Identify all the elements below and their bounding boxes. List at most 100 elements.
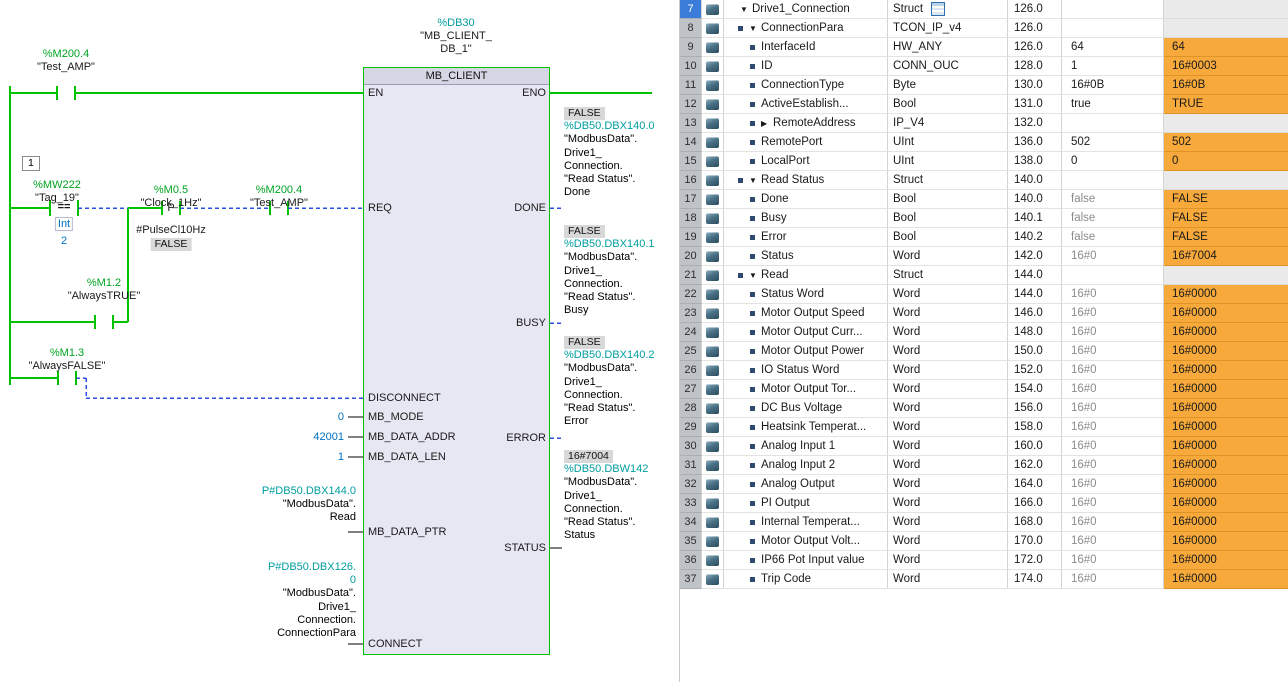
- start-value-cell[interactable]: [1062, 19, 1164, 38]
- operand-line[interactable]: Connection.: [564, 389, 655, 402]
- start-value-cell[interactable]: 0: [1062, 152, 1164, 171]
- operand-address[interactable]: %DB50.DBX140.2: [564, 349, 655, 362]
- operand-name[interactable]: "AlwaysFALSE": [29, 360, 106, 372]
- start-value-cell[interactable]: 16#0: [1062, 361, 1164, 380]
- name-cell[interactable]: Analog Output: [724, 475, 888, 494]
- start-value-cell[interactable]: 16#0: [1062, 418, 1164, 437]
- row-number[interactable]: 26: [680, 361, 702, 380]
- operand-line[interactable]: "Read Status".: [564, 291, 655, 304]
- row-number[interactable]: 22: [680, 285, 702, 304]
- row-number[interactable]: 9: [680, 38, 702, 57]
- operand-line[interactable]: "Read Status".: [564, 173, 655, 186]
- operand-line[interactable]: "ModbusData".: [564, 133, 655, 146]
- pin-label-done[interactable]: DONE: [514, 202, 546, 214]
- row-number[interactable]: 12: [680, 95, 702, 114]
- pin-label-mb-mode[interactable]: MB_MODE: [368, 411, 424, 423]
- pin-label-mb-data-len[interactable]: MB_DATA_LEN: [368, 451, 446, 463]
- name-cell[interactable]: Motor Output Curr...: [724, 323, 888, 342]
- operand-line[interactable]: Drive1_: [564, 147, 655, 160]
- row-number[interactable]: 19: [680, 228, 702, 247]
- operand-line[interactable]: "Read Status".: [564, 402, 655, 415]
- row-number[interactable]: 28: [680, 399, 702, 418]
- row-number[interactable]: 7: [680, 0, 702, 19]
- type-cell[interactable]: Word: [888, 285, 1008, 304]
- type-cell[interactable]: Bool: [888, 190, 1008, 209]
- name-cell[interactable]: Done: [724, 190, 888, 209]
- operand-line[interactable]: Connection.: [564, 160, 655, 173]
- name-cell[interactable]: PI Output: [724, 494, 888, 513]
- start-value-cell[interactable]: 16#0: [1062, 399, 1164, 418]
- name-cell[interactable]: ▼Read Status: [724, 171, 888, 190]
- operand-address[interactable]: %MW222: [33, 179, 81, 191]
- pin-label-busy[interactable]: BUSY: [516, 317, 546, 329]
- operand-address[interactable]: %M200.4: [43, 48, 89, 60]
- operand-name[interactable]: "Test_AMP": [250, 197, 308, 209]
- start-value-cell[interactable]: 64: [1062, 38, 1164, 57]
- pin-label-status[interactable]: STATUS: [504, 542, 546, 554]
- type-cell[interactable]: Word: [888, 475, 1008, 494]
- pin-label-mb-data-ptr[interactable]: MB_DATA_PTR: [368, 526, 446, 538]
- operand-address[interactable]: %M0.5: [154, 184, 188, 196]
- start-value-cell[interactable]: 16#0: [1062, 532, 1164, 551]
- type-cell[interactable]: Bool: [888, 95, 1008, 114]
- start-value-cell[interactable]: 16#0: [1062, 323, 1164, 342]
- instance-db-address[interactable]: %DB30: [437, 17, 474, 29]
- name-cell[interactable]: Motor Output Speed: [724, 304, 888, 323]
- row-number[interactable]: 36: [680, 551, 702, 570]
- operand-address[interactable]: %M200.4: [256, 184, 302, 196]
- row-number[interactable]: 37: [680, 570, 702, 589]
- start-value-cell[interactable]: [1062, 266, 1164, 285]
- operand-line[interactable]: P#DB50.DBX126.: [268, 561, 356, 574]
- operand-line[interactable]: Drive1_: [564, 376, 655, 389]
- operand-line[interactable]: "ModbusData".: [564, 362, 655, 375]
- operand-address[interactable]: %M1.3: [50, 347, 84, 359]
- type-cell[interactable]: Struct: [888, 266, 1008, 285]
- name-cell[interactable]: Status: [724, 247, 888, 266]
- output-annotation-busy[interactable]: FALSE%DB50.DBX140.1"ModbusData".Drive1_C…: [564, 225, 655, 317]
- type-cell[interactable]: TCON_IP_v4: [888, 19, 1008, 38]
- type-cell[interactable]: Word: [888, 380, 1008, 399]
- type-cell[interactable]: Struct: [888, 0, 1008, 19]
- operand-line[interactable]: P#DB50.DBX144.0: [262, 485, 356, 498]
- mb-data-len-value[interactable]: 1: [338, 451, 344, 463]
- operand-address[interactable]: %DB50.DBW142: [564, 463, 648, 476]
- output-annotation-done[interactable]: FALSE%DB50.DBX140.0"ModbusData".Drive1_C…: [564, 107, 655, 199]
- operand-name[interactable]: "AlwaysTRUE": [68, 290, 141, 302]
- row-number[interactable]: 34: [680, 513, 702, 532]
- pin-label-req[interactable]: REQ: [368, 202, 392, 214]
- row-number[interactable]: 27: [680, 380, 702, 399]
- start-value-cell[interactable]: 16#0: [1062, 475, 1164, 494]
- type-cell[interactable]: Word: [888, 418, 1008, 437]
- p-edge-symbol[interactable]: P: [167, 202, 174, 214]
- start-value-cell[interactable]: 16#0: [1062, 437, 1164, 456]
- start-value-cell[interactable]: 16#0: [1062, 342, 1164, 361]
- type-cell[interactable]: Word: [888, 456, 1008, 475]
- row-number[interactable]: 10: [680, 57, 702, 76]
- compare-operator[interactable]: ==: [58, 201, 71, 213]
- operand-line[interactable]: Connection.: [268, 614, 356, 627]
- type-cell[interactable]: Word: [888, 342, 1008, 361]
- pin-label-connect[interactable]: CONNECT: [368, 638, 422, 650]
- operand-line[interactable]: Connection.: [564, 278, 655, 291]
- operand-line[interactable]: "ModbusData".: [262, 498, 356, 511]
- name-cell[interactable]: Motor Output Tor...: [724, 380, 888, 399]
- name-cell[interactable]: RemotePort: [724, 133, 888, 152]
- row-number[interactable]: 24: [680, 323, 702, 342]
- name-cell[interactable]: Motor Output Power: [724, 342, 888, 361]
- row-number[interactable]: 25: [680, 342, 702, 361]
- pin-label-disconnect[interactable]: DISCONNECT: [368, 392, 441, 404]
- name-cell[interactable]: Trip Code: [724, 570, 888, 589]
- type-cell[interactable]: Word: [888, 247, 1008, 266]
- type-cell[interactable]: Word: [888, 513, 1008, 532]
- name-cell[interactable]: Heatsink Temperat...: [724, 418, 888, 437]
- start-value-cell[interactable]: [1062, 114, 1164, 133]
- start-value-cell[interactable]: 16#0: [1062, 456, 1164, 475]
- start-value-cell[interactable]: [1062, 0, 1164, 19]
- mb-client-block[interactable]: MB_CLIENT: [363, 67, 550, 655]
- row-number[interactable]: 29: [680, 418, 702, 437]
- instance-db-name[interactable]: DB_1": [440, 43, 471, 55]
- chevron-down-icon[interactable]: ▼: [740, 5, 752, 14]
- name-cell[interactable]: InterfaceId: [724, 38, 888, 57]
- pin-label-error[interactable]: ERROR: [506, 432, 546, 444]
- name-cell[interactable]: Analog Input 1: [724, 437, 888, 456]
